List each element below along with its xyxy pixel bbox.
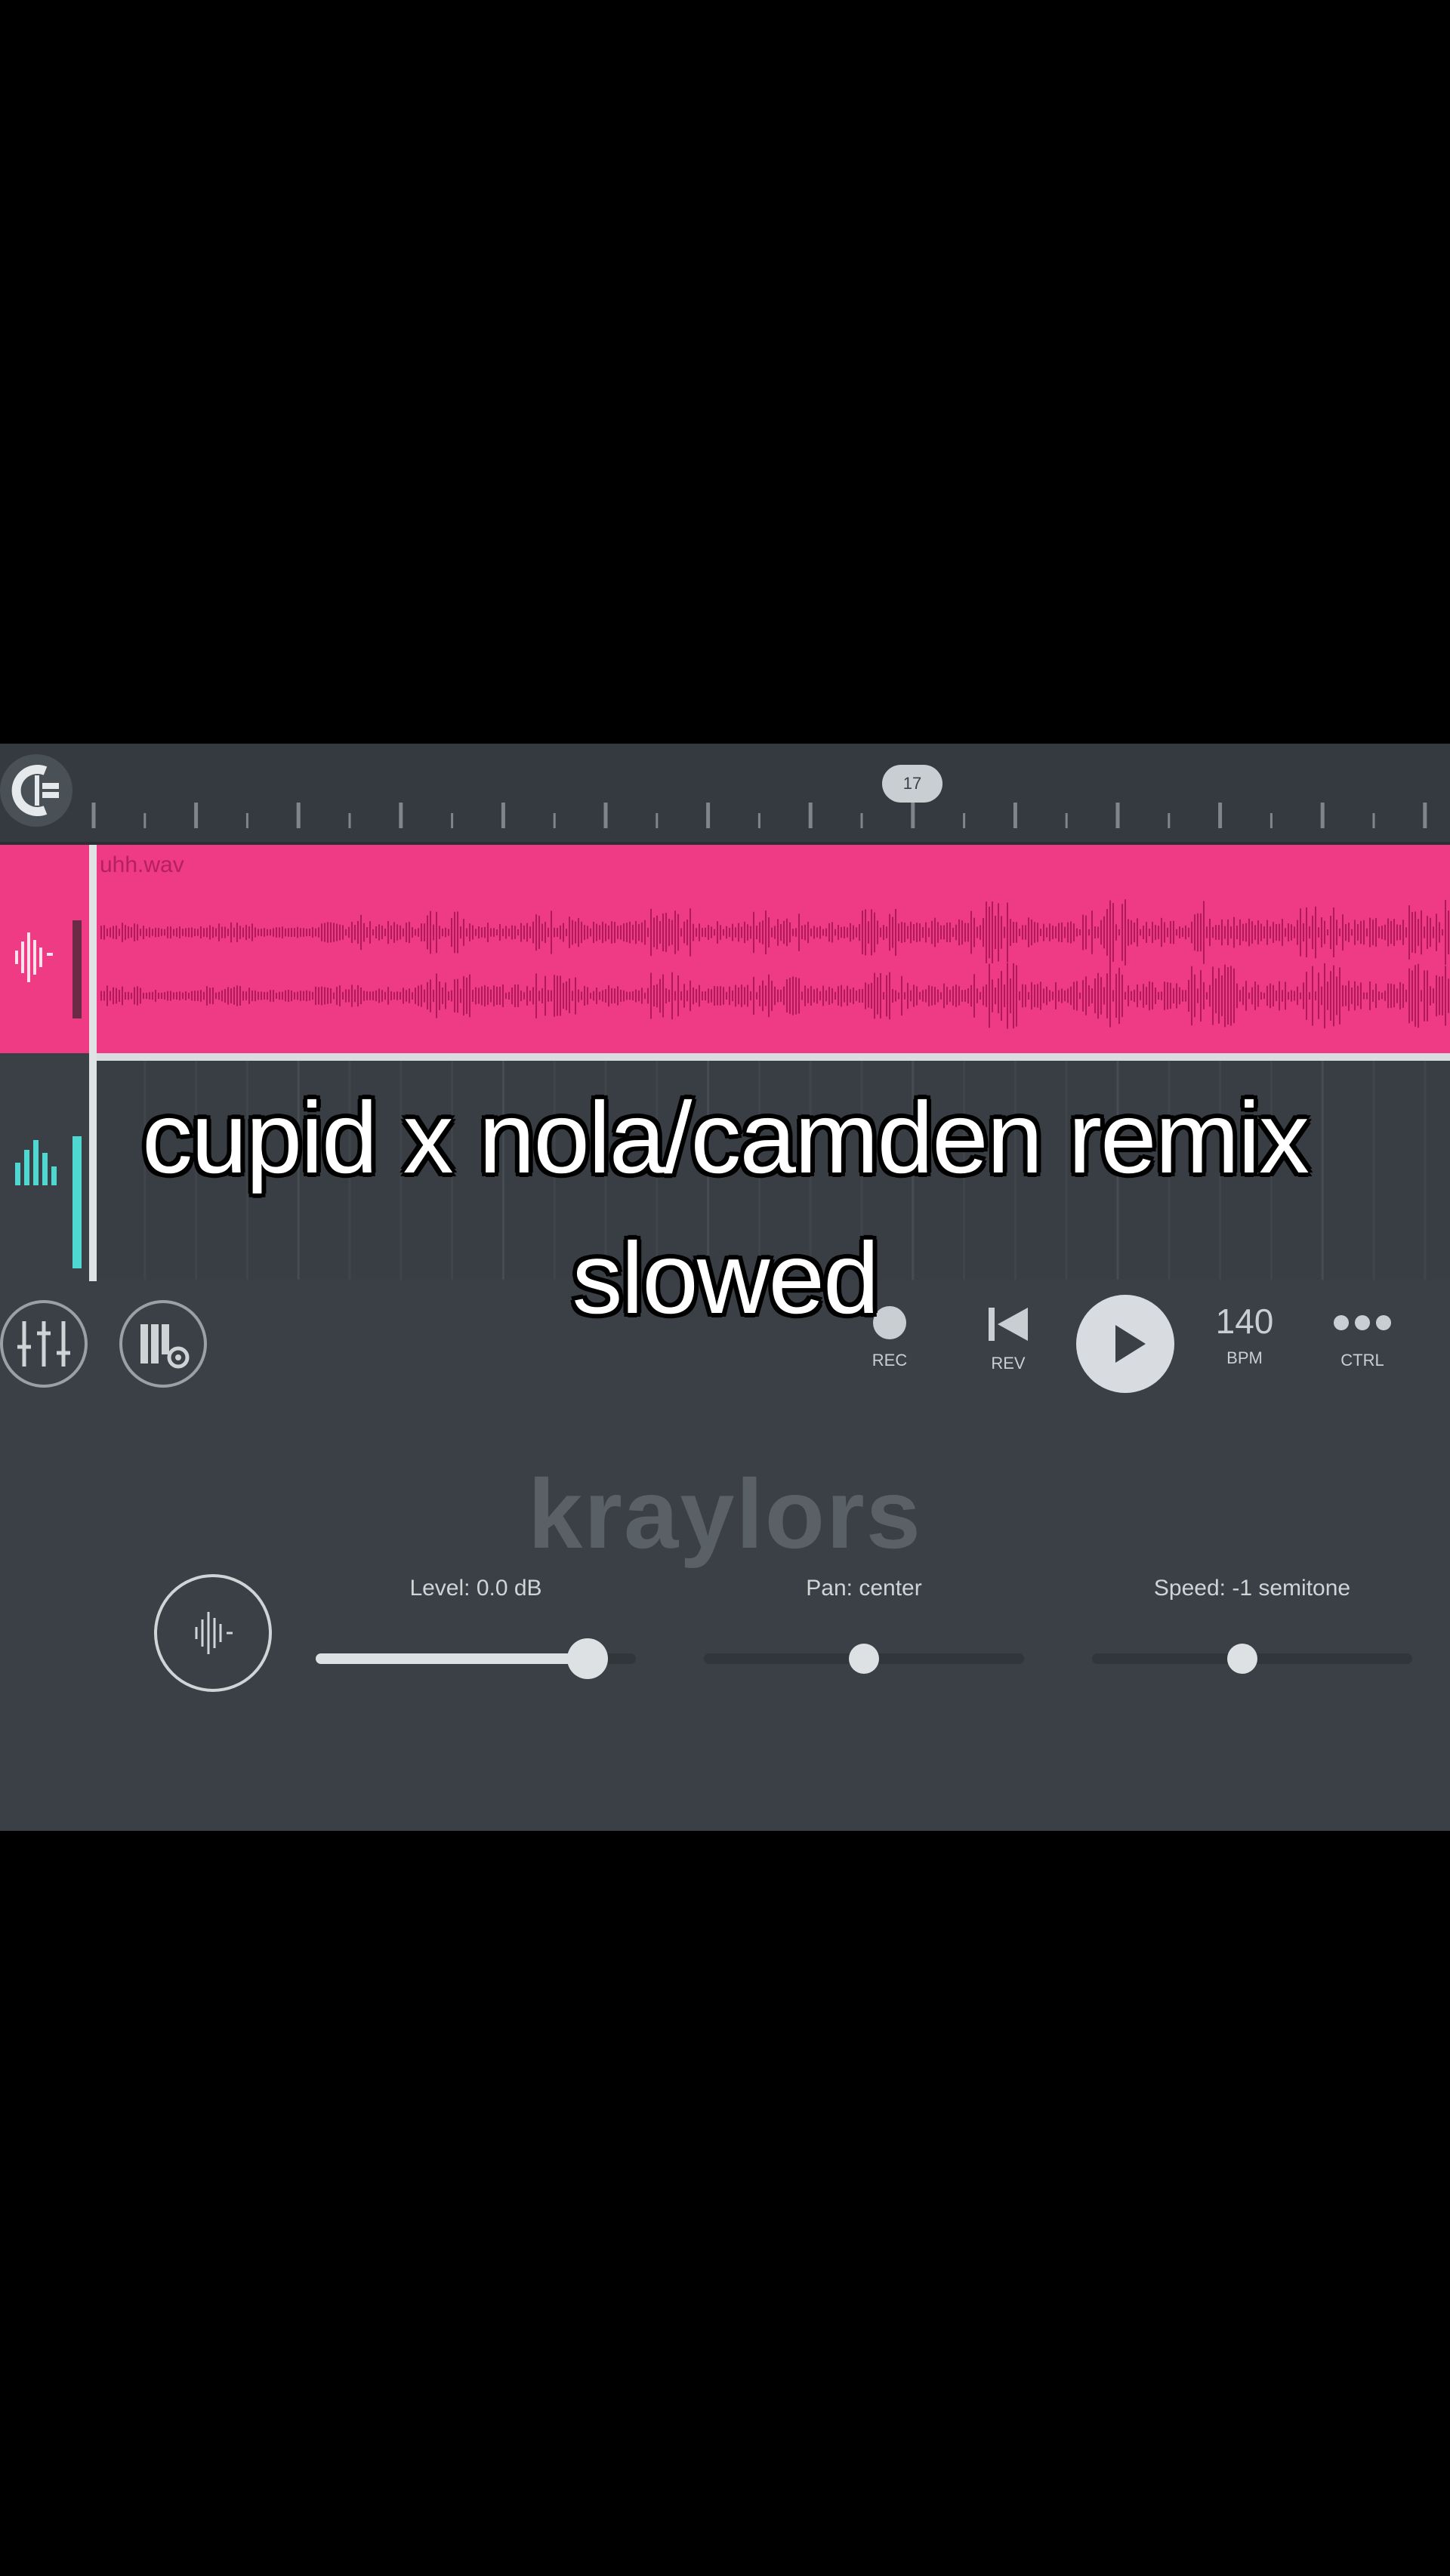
speed-slider[interactable] [1092,1644,1412,1674]
audio-clip[interactable]: uhh.wav [94,845,1450,1061]
ctrl-label: CTRL [1340,1351,1384,1370]
track-header-audio[interactable] [0,845,89,1053]
sample-waveform-icon [195,1612,233,1654]
clip-name: uhh.wav [100,852,184,877]
pan-thumb[interactable] [849,1644,879,1674]
video-caption: cupid x nola/camden remix slowed [0,1068,1450,1349]
level-thumb[interactable] [567,1638,609,1679]
clip-waveform [100,899,1449,1029]
speed-label: Speed: -1 semitone [1153,1576,1351,1601]
caption-line-2: slowed [572,1222,879,1335]
speed-thumb[interactable] [1227,1644,1258,1674]
pan-slider[interactable] [704,1644,1024,1674]
bpm-label: BPM [1226,1348,1263,1367]
waveform-icon [15,920,82,1018]
pan-label: Pan: center [806,1576,922,1601]
position-marker[interactable]: 17 [882,765,942,803]
level-fill [316,1653,588,1664]
level-label: Level: 0.0 dB [409,1576,542,1601]
magnet-icon [11,765,59,816]
watermark: kraylors [528,1459,922,1569]
sample-preview-button[interactable] [154,1574,272,1692]
rec-label: REC [872,1351,908,1370]
level-slider[interactable] [316,1638,636,1679]
timeline-ruler[interactable]: 17 [0,744,1450,845]
ruler-ticks [91,803,1427,828]
snap-magnet-button[interactable] [0,754,72,827]
caption-line-1: cupid x nola/camden remix [142,1082,1310,1194]
rev-label: REV [991,1354,1026,1373]
